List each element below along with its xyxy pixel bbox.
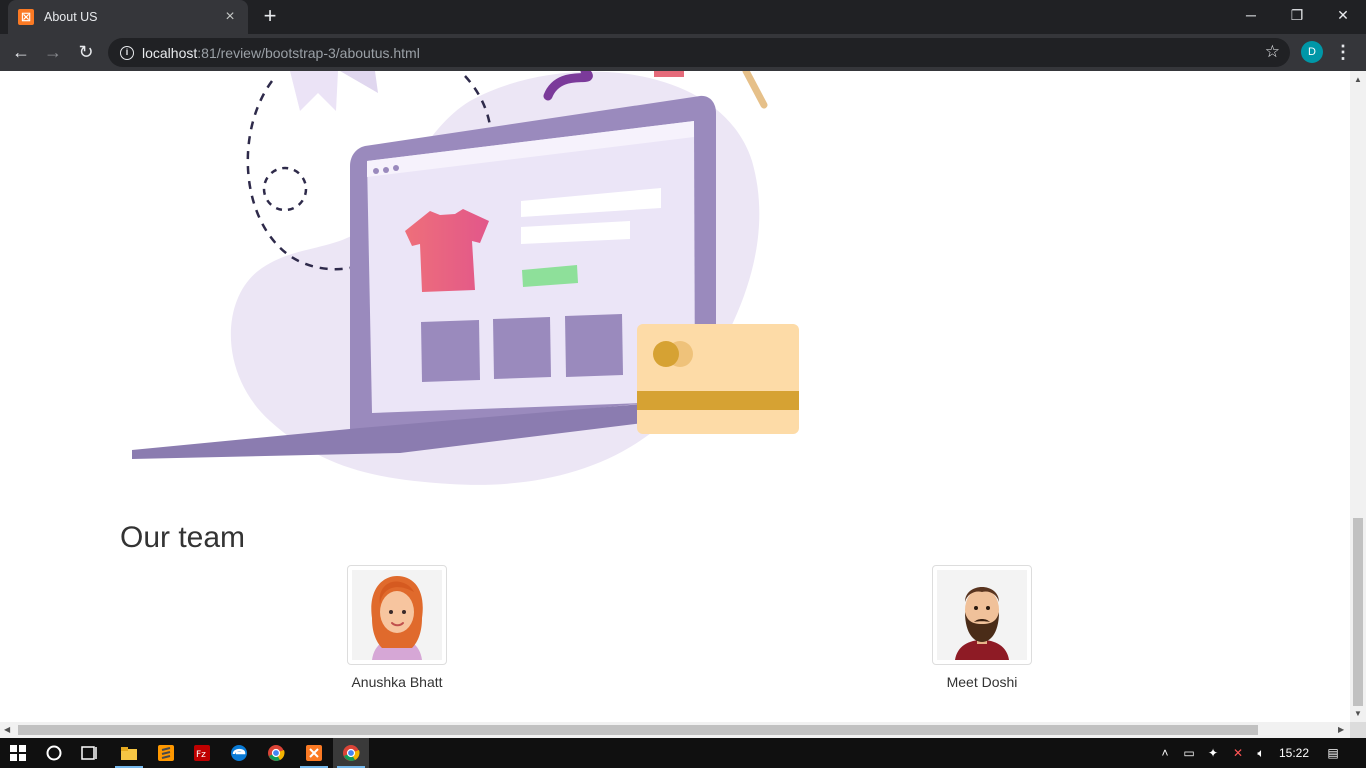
window-dot (383, 167, 389, 173)
male-avatar-icon (937, 570, 1027, 660)
product-thumb-3 (565, 314, 623, 377)
avatar-thumbnail (347, 565, 447, 665)
forward-button[interactable]: → (41, 40, 65, 64)
shopping-laptop-illustration (132, 71, 799, 485)
sublime-text-icon[interactable] (148, 738, 184, 768)
minimize-button[interactable]: ─ (1228, 0, 1274, 30)
volume-icon[interactable]: 🔈︎ (1252, 738, 1270, 768)
stick-decoration (742, 71, 768, 109)
network-disconnected-icon[interactable]: ✕ (1228, 738, 1248, 768)
scroll-right-arrow-icon[interactable]: ▶ (1338, 725, 1344, 734)
scroll-down-arrow-icon[interactable]: ▼ (1354, 709, 1362, 718)
chrome-icon[interactable] (258, 738, 294, 768)
window-dot (373, 168, 379, 174)
window-dot (393, 165, 399, 171)
reload-button[interactable]: ↻ (74, 40, 98, 64)
horizontal-scrollbar[interactable]: ◀ ▶ (0, 722, 1350, 738)
tab-title: About US (44, 10, 98, 24)
card-stripe (637, 391, 799, 410)
close-tab-icon[interactable]: × (222, 8, 238, 26)
address-bar[interactable]: i localhost:81/review/bootstrap-3/aboutu… (108, 38, 1290, 67)
task-view-icon[interactable] (72, 738, 108, 768)
show-hidden-icons-chevron-icon[interactable]: ˄ (1156, 738, 1174, 768)
team-member-card: Meet Doshi (922, 565, 1042, 690)
close-window-button[interactable]: ✕ (1320, 0, 1366, 30)
red-decoration (654, 71, 684, 77)
clock[interactable]: 15:22 (1276, 738, 1312, 768)
credit-card (637, 324, 799, 434)
dropbox-icon[interactable]: ✦ (1204, 738, 1222, 768)
start-icon[interactable] (0, 738, 36, 768)
chrome-active-icon[interactable] (333, 738, 369, 768)
team-member-card: Anushka Bhatt (337, 565, 457, 690)
scroll-up-arrow-icon[interactable]: ▲ (1354, 75, 1362, 84)
scroll-left-arrow-icon[interactable]: ◀ (4, 725, 10, 734)
female-avatar-icon (352, 570, 442, 660)
edge-icon[interactable] (221, 738, 257, 768)
chrome-menu-icon[interactable]: ⋮ (1334, 40, 1352, 64)
product-thumb-1 (421, 320, 480, 382)
horizontal-scroll-thumb[interactable] (18, 725, 1258, 735)
card-chip-circle (653, 341, 679, 367)
banner-decoration (290, 71, 338, 111)
dashed-circle (262, 166, 308, 212)
vertical-scrollbar[interactable]: ▲ ▼ (1350, 71, 1366, 722)
battery-icon[interactable]: ▭ (1180, 738, 1198, 768)
banner-decoration-2 (340, 71, 378, 93)
member-name: Meet Doshi (946, 674, 1018, 690)
restore-button[interactable]: ❐ (1274, 0, 1320, 30)
bookmark-star-icon[interactable]: ☆ (1265, 42, 1280, 62)
vertical-scroll-thumb[interactable] (1353, 518, 1363, 706)
file-explorer-icon[interactable] (111, 738, 147, 768)
cortana-icon[interactable] (36, 738, 72, 768)
member-name: Anushka Bhatt (351, 674, 443, 690)
site-info-icon[interactable]: i (120, 45, 134, 60)
filezilla-icon[interactable]: Fz (184, 738, 220, 768)
browser-toolbar: ← → ↻ i localhost:81/review/bootstrap-3/… (0, 34, 1366, 71)
xampp-favicon-icon: ☒ (18, 9, 34, 25)
xampp-icon[interactable] (296, 738, 332, 768)
svg-text:Fz: Fz (196, 750, 206, 760)
browser-tab[interactable]: ☒ About US × (8, 0, 248, 34)
team-heading: Our team (120, 521, 246, 554)
scrollbar-corner (1350, 722, 1366, 738)
back-button[interactable]: ← (9, 40, 33, 64)
url-text: localhost:81/review/bootstrap-3/aboutus.… (142, 44, 420, 61)
page-viewport: Our team Anushka Bhatt Meet Doshi (0, 71, 1350, 722)
windows-taskbar: Fz ˄ ▭ ✦ ✕ 🔈︎ 15:22 ▤ (0, 738, 1366, 768)
avatar-thumbnail (932, 565, 1032, 665)
action-center-icon[interactable]: ▤ (1322, 738, 1344, 768)
product-thumb-2 (493, 317, 551, 379)
profile-avatar[interactable]: D (1301, 41, 1323, 63)
tab-strip: ☒ About US × + ─ ❐ ✕ (0, 0, 1366, 34)
new-tab-button[interactable]: + (258, 4, 282, 28)
